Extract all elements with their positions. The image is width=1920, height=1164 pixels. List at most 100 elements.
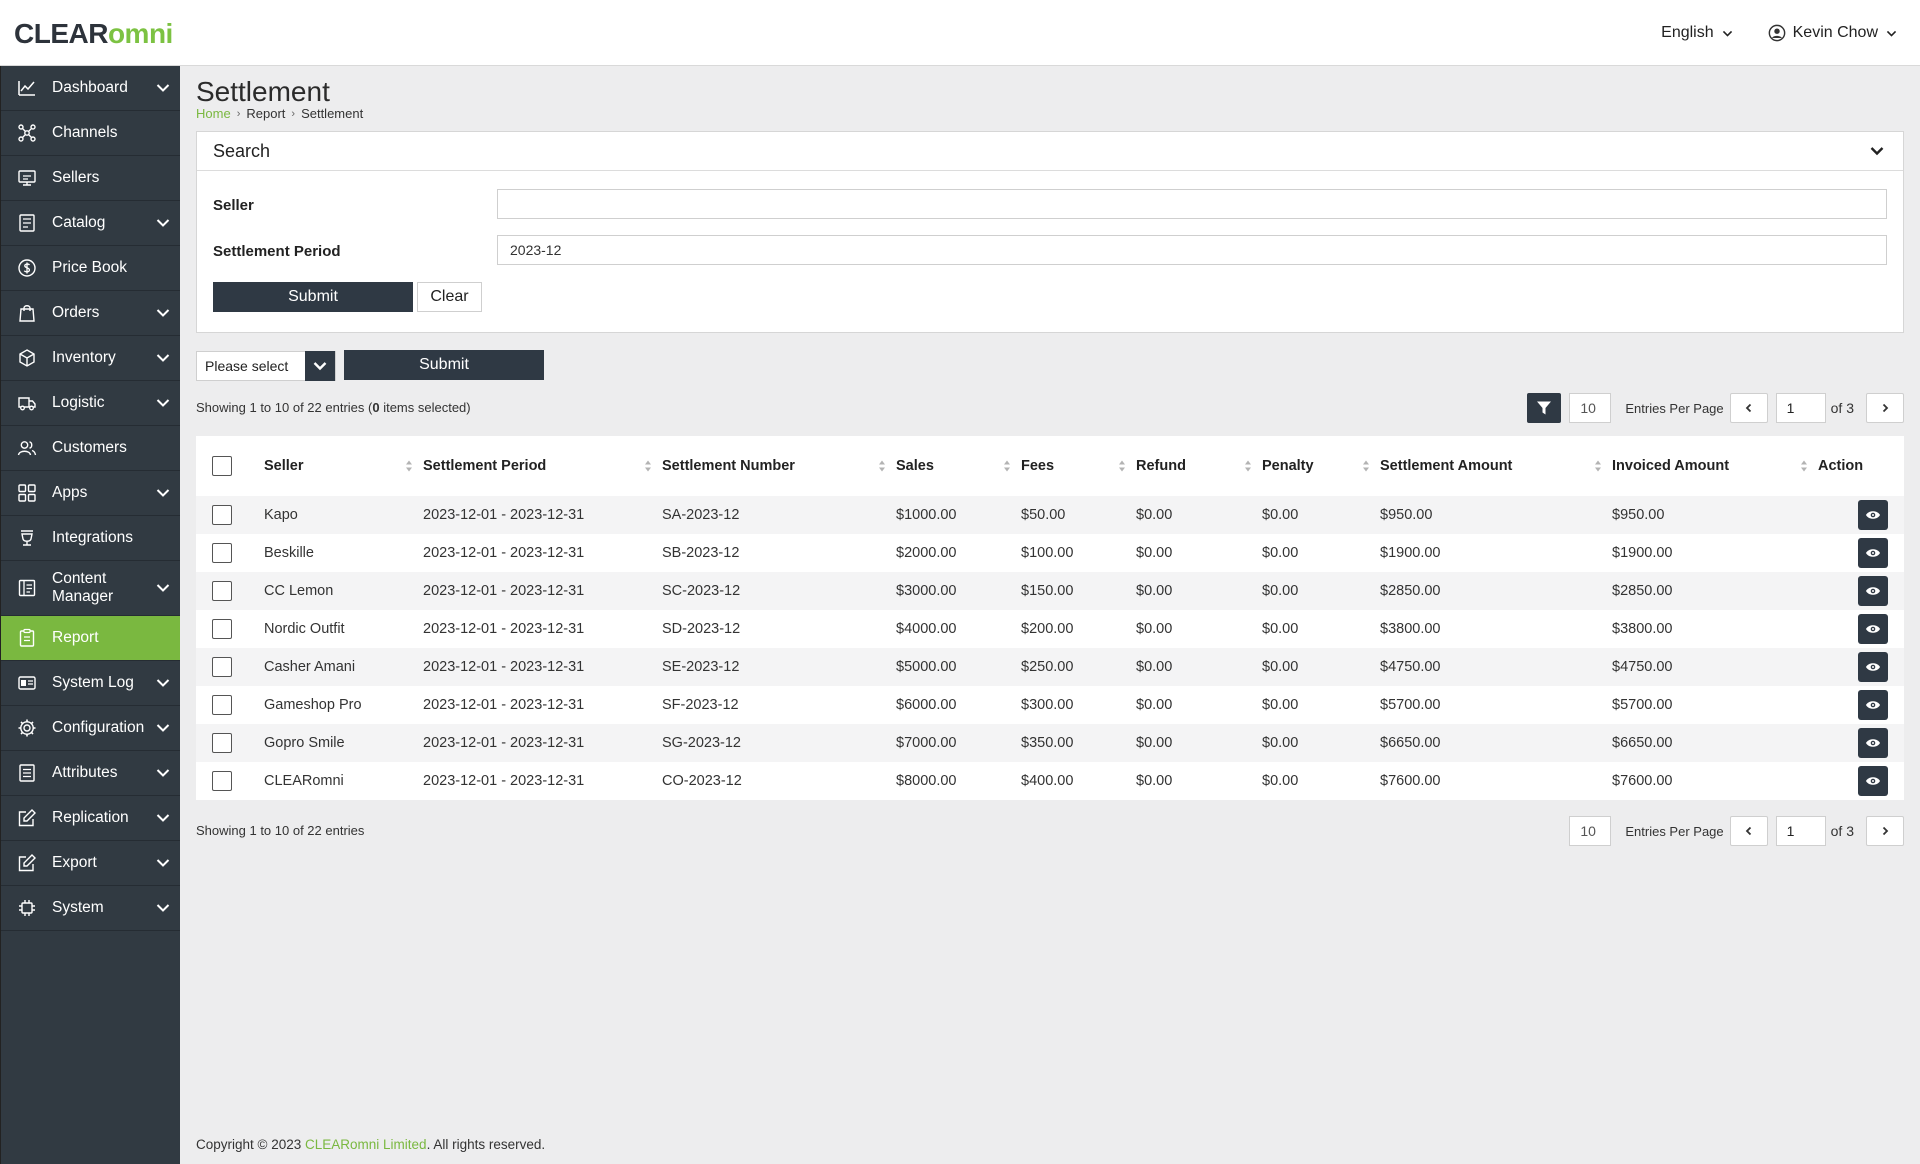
table-cell: $7600.00 [1380, 773, 1441, 789]
user-menu[interactable]: Kevin Chow [1768, 24, 1898, 42]
sidebar-item-export[interactable]: Export [1, 841, 180, 886]
sidebar-item-inventory[interactable]: Inventory [1, 336, 180, 381]
sidebar-item-logistic[interactable]: Logistic [1, 381, 180, 426]
sidebar-item-catalog[interactable]: Catalog [1, 201, 180, 246]
view-button[interactable] [1858, 690, 1888, 720]
view-button[interactable] [1858, 728, 1888, 758]
page-number-input[interactable]: 1 [1775, 816, 1826, 846]
row-checkbox[interactable] [212, 581, 232, 601]
search-submit-button[interactable]: Submit [213, 282, 413, 312]
chevron-down-icon[interactable] [1869, 143, 1885, 159]
chevron-right-icon [1882, 826, 1889, 836]
row-checkbox[interactable] [212, 619, 232, 639]
sidebar-item-customers[interactable]: Customers [1, 426, 180, 471]
view-button[interactable] [1858, 538, 1888, 568]
row-checkbox[interactable] [212, 657, 232, 677]
chevron-down-icon[interactable] [155, 900, 171, 916]
next-page-button[interactable] [1866, 393, 1904, 423]
sidebar-item-dashboard[interactable]: Dashboard [1, 66, 180, 111]
table-header-row: Seller Settlement Period Settlement Number… [196, 436, 1904, 496]
sidebar-item-sellers[interactable]: Sellers [1, 156, 180, 201]
column-header-settlement-amount[interactable]: Settlement Amount [1380, 436, 1612, 496]
sidebar-item-system-log[interactable]: System Log [1, 661, 180, 706]
chevron-down-icon[interactable] [155, 305, 171, 321]
chevron-down-icon[interactable] [155, 580, 171, 596]
footer-company-link[interactable]: CLEARomni Limited [305, 1137, 427, 1152]
row-checkbox[interactable] [212, 771, 232, 791]
column-header-label: Invoiced Amount [1612, 458, 1730, 474]
prev-page-button[interactable] [1729, 393, 1768, 423]
sort-icon [1801, 460, 1807, 472]
row-checkbox[interactable] [212, 733, 232, 753]
view-button[interactable] [1858, 652, 1888, 682]
sidebar-item-configuration[interactable]: Configuration [1, 706, 180, 751]
sidebar-item-apps[interactable]: Apps [1, 471, 180, 516]
table-cell: 2023-12-01 - 2023-12-31 [423, 507, 585, 523]
sidebar-item-attributes[interactable]: Attributes [1, 751, 180, 796]
language-dropdown[interactable]: English [1661, 24, 1733, 42]
view-button[interactable] [1858, 766, 1888, 796]
chevron-down-icon[interactable] [155, 215, 171, 231]
chevron-down-icon[interactable] [155, 765, 171, 781]
chevron-down-icon[interactable] [155, 485, 171, 501]
breadcrumb-home-link[interactable]: Home [196, 106, 231, 121]
table-cell: $100.00 [1021, 545, 1074, 561]
sidebar-item-integrations[interactable]: Integrations [1, 516, 180, 561]
sidebar-item-content-manager[interactable]: Content Manager [1, 561, 180, 616]
sidebar-item-price-book[interactable]: Price Book [1, 246, 180, 291]
entries-summary-bottom: Showing 1 to 10 of 22 entries [196, 823, 365, 838]
select-all-checkbox[interactable] [212, 456, 232, 476]
chevron-down-icon[interactable] [155, 395, 171, 411]
row-checkbox[interactable] [212, 505, 232, 525]
bulk-action-dropdown-toggle[interactable] [305, 351, 335, 381]
chevron-down-icon[interactable] [155, 350, 171, 366]
eye-icon [1866, 625, 1880, 633]
breadcrumb-report-link[interactable]: Report [246, 106, 285, 121]
chevron-down-icon[interactable] [155, 80, 171, 96]
view-button[interactable] [1858, 500, 1888, 530]
settlement-period-input[interactable] [497, 235, 1887, 265]
sidebar-item-system[interactable]: System [1, 886, 180, 931]
row-checkbox[interactable] [212, 695, 232, 715]
column-header-invoiced-amount[interactable]: Invoiced Amount [1612, 436, 1818, 496]
prev-page-button[interactable] [1729, 816, 1768, 846]
breadcrumb-current: Settlement [301, 106, 364, 121]
page-number-input[interactable]: 1 [1775, 393, 1826, 423]
table-cell: $0.00 [1262, 545, 1299, 561]
footer-copyright-prefix: Copyright © 2023 [196, 1137, 306, 1152]
filter-button[interactable] [1527, 393, 1562, 423]
per-page-input[interactable]: 10 [1569, 393, 1612, 423]
sidebar-item-orders[interactable]: Orders [1, 291, 180, 336]
chevron-down-icon[interactable] [155, 855, 171, 871]
column-header-sales[interactable]: Sales [896, 436, 1021, 496]
column-header-settlement-period[interactable]: Settlement Period [423, 436, 662, 496]
column-header-refund[interactable]: Refund [1136, 436, 1262, 496]
sidebar-item-report[interactable]: Report [1, 616, 180, 661]
bulk-submit-button[interactable]: Submit [344, 350, 544, 380]
search-clear-button[interactable]: Clear [417, 282, 482, 312]
column-header-seller[interactable]: Seller [264, 436, 423, 496]
column-header-penalty[interactable]: Penalty [1262, 436, 1380, 496]
apps-grid-icon [18, 484, 36, 502]
clearomni-logo[interactable]: CLEARomni [14, 18, 173, 50]
column-header-label: Settlement Period [423, 458, 547, 474]
column-header-fees[interactable]: Fees [1021, 436, 1136, 496]
chevron-down-icon[interactable] [155, 675, 171, 691]
column-header-label: Sales [896, 458, 934, 474]
pagination-top: 10 Entries Per Page 1 of 3 [1527, 393, 1904, 423]
seller-input[interactable] [497, 189, 1887, 219]
per-page-input[interactable]: 10 [1569, 816, 1612, 846]
sidebar-item-channels[interactable]: Channels [1, 111, 180, 156]
bulk-action-value: Please select [205, 358, 289, 374]
row-checkbox[interactable] [212, 543, 232, 563]
sidebar-item-replication[interactable]: Replication [1, 796, 180, 841]
column-header-settlement-number[interactable]: Settlement Number [662, 436, 896, 496]
chevron-down-icon[interactable] [155, 720, 171, 736]
next-page-button[interactable] [1866, 816, 1904, 846]
view-button[interactable] [1858, 576, 1888, 606]
search-panel-header[interactable]: Search [197, 132, 1903, 171]
view-button[interactable] [1858, 614, 1888, 644]
chevron-down-icon[interactable] [155, 810, 171, 826]
table-cell: $0.00 [1136, 583, 1173, 599]
bulk-action-select[interactable]: Please select [196, 351, 336, 381]
